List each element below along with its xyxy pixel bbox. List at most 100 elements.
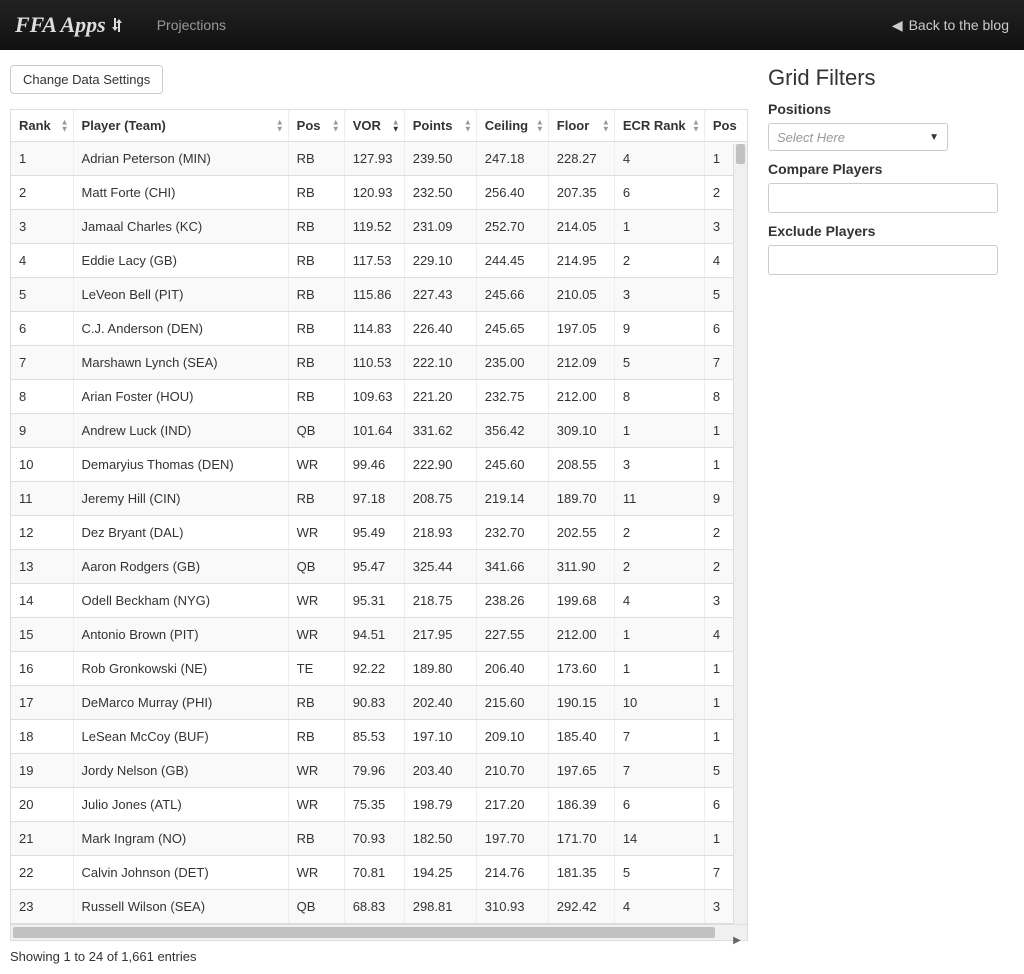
table-row[interactable]: 17DeMarco Murray (PHI)RB90.83202.40215.6… [11, 686, 747, 720]
cell-player: Rob Gronkowski (NE) [73, 652, 288, 686]
cell-vor: 70.81 [344, 856, 404, 890]
cell-vor: 99.46 [344, 448, 404, 482]
table-row[interactable]: 20Julio Jones (ATL)WR75.35198.79217.2018… [11, 788, 747, 822]
brand-logo[interactable]: FFA Apps [15, 12, 124, 38]
table-row[interactable]: 16Rob Gronkowski (NE)TE92.22189.80206.40… [11, 652, 747, 686]
cell-ecr: 4 [614, 890, 704, 924]
cell-pos: WR [288, 584, 344, 618]
table-row[interactable]: 23Russell Wilson (SEA)QB68.83298.81310.9… [11, 890, 747, 924]
cell-ceiling: 245.66 [476, 278, 548, 312]
cell-ceiling: 238.26 [476, 584, 548, 618]
cell-pos: WR [288, 448, 344, 482]
cell-rank: 4 [11, 244, 73, 278]
cell-player: LeSean McCoy (BUF) [73, 720, 288, 754]
cell-floor: 202.55 [548, 516, 614, 550]
cell-floor: 171.70 [548, 822, 614, 856]
scroll-thumb[interactable] [13, 927, 715, 938]
table-row[interactable]: 22Calvin Johnson (DET)WR70.81194.25214.7… [11, 856, 747, 890]
cell-points: 298.81 [404, 890, 476, 924]
compare-players-input[interactable] [768, 183, 998, 213]
cell-ceiling: 232.70 [476, 516, 548, 550]
cell-ecr: 11 [614, 482, 704, 516]
col-player[interactable]: Player (Team)▲▼ [73, 110, 288, 142]
cell-ceiling: 227.55 [476, 618, 548, 652]
cell-pos: RB [288, 278, 344, 312]
cell-floor: 199.68 [548, 584, 614, 618]
back-label: Back to the blog [909, 17, 1009, 33]
cell-floor: 208.55 [548, 448, 614, 482]
cell-player: Mark Ingram (NO) [73, 822, 288, 856]
horizontal-scrollbar[interactable]: ▶ [10, 925, 748, 941]
table-row[interactable]: 12Dez Bryant (DAL)WR95.49218.93232.70202… [11, 516, 747, 550]
col-floor[interactable]: Floor▲▼ [548, 110, 614, 142]
table-row[interactable]: 7Marshawn Lynch (SEA)RB110.53222.10235.0… [11, 346, 747, 380]
cell-rank: 3 [11, 210, 73, 244]
cell-rank: 6 [11, 312, 73, 346]
cell-ecr: 14 [614, 822, 704, 856]
cell-ecr: 1 [614, 210, 704, 244]
cell-rank: 12 [11, 516, 73, 550]
cell-pos: RB [288, 142, 344, 176]
cell-player: Arian Foster (HOU) [73, 380, 288, 414]
cell-vor: 90.83 [344, 686, 404, 720]
col-ecr[interactable]: ECR Rank▲▼ [614, 110, 704, 142]
cell-rank: 8 [11, 380, 73, 414]
table-row[interactable]: 9Andrew Luck (IND)QB101.64331.62356.4230… [11, 414, 747, 448]
col-ceiling[interactable]: Ceiling▲▼ [476, 110, 548, 142]
positions-select[interactable]: Select Here ▼ [768, 123, 948, 151]
col-rank[interactable]: Rank▲▼ [11, 110, 73, 142]
table-row[interactable]: 8Arian Foster (HOU)RB109.63221.20232.752… [11, 380, 747, 414]
cell-player: Julio Jones (ATL) [73, 788, 288, 822]
col-posrank[interactable]: Pos [704, 110, 747, 142]
cell-pos: RB [288, 176, 344, 210]
cell-floor: 212.00 [548, 618, 614, 652]
exclude-players-input[interactable] [768, 245, 998, 275]
cell-vor: 79.96 [344, 754, 404, 788]
cell-vor: 114.83 [344, 312, 404, 346]
table-row[interactable]: 13Aaron Rodgers (GB)QB95.47325.44341.663… [11, 550, 747, 584]
change-data-settings-button[interactable]: Change Data Settings [10, 65, 163, 94]
chevron-down-icon: ▼ [929, 132, 939, 143]
table-row[interactable]: 21Mark Ingram (NO)RB70.93182.50197.70171… [11, 822, 747, 856]
col-vor[interactable]: VOR▲▼ [344, 110, 404, 142]
table-row[interactable]: 6C.J. Anderson (DEN)RB114.83226.40245.65… [11, 312, 747, 346]
cell-player: Russell Wilson (SEA) [73, 890, 288, 924]
cell-rank: 18 [11, 720, 73, 754]
nav-projections[interactable]: Projections [157, 17, 226, 33]
cell-pos: RB [288, 482, 344, 516]
cell-rank: 7 [11, 346, 73, 380]
table-row[interactable]: 5LeVeon Bell (PIT)RB115.86227.43245.6621… [11, 278, 747, 312]
cell-points: 203.40 [404, 754, 476, 788]
table-row[interactable]: 3Jamaal Charles (KC)RB119.52231.09252.70… [11, 210, 747, 244]
table-row[interactable]: 11Jeremy Hill (CIN)RB97.18208.75219.1418… [11, 482, 747, 516]
cell-floor: 214.05 [548, 210, 614, 244]
cell-points: 231.09 [404, 210, 476, 244]
cell-pos: QB [288, 550, 344, 584]
back-to-blog-link[interactable]: ◀ Back to the blog [892, 17, 1009, 34]
chevron-left-icon: ◀ [892, 17, 903, 34]
cell-rank: 9 [11, 414, 73, 448]
col-points[interactable]: Points▲▼ [404, 110, 476, 142]
cell-ecr: 6 [614, 176, 704, 210]
table-row[interactable]: 4Eddie Lacy (GB)RB117.53229.10244.45214.… [11, 244, 747, 278]
col-pos[interactable]: Pos▲▼ [288, 110, 344, 142]
cell-rank: 22 [11, 856, 73, 890]
cell-vor: 127.93 [344, 142, 404, 176]
cell-vor: 95.47 [344, 550, 404, 584]
cell-player: Calvin Johnson (DET) [73, 856, 288, 890]
table-row[interactable]: 18LeSean McCoy (BUF)RB85.53197.10209.101… [11, 720, 747, 754]
cell-rank: 13 [11, 550, 73, 584]
table-row[interactable]: 2Matt Forte (CHI)RB120.93232.50256.40207… [11, 176, 747, 210]
col-ecr-label: ECR Rank [623, 118, 686, 133]
brand-text: FFA Apps [15, 12, 106, 38]
table-row[interactable]: 14Odell Beckham (NYG)WR95.31218.75238.26… [11, 584, 747, 618]
table-row[interactable]: 19Jordy Nelson (GB)WR79.96203.40210.7019… [11, 754, 747, 788]
scroll-right-arrow[interactable]: ▶ [727, 925, 747, 950]
cell-floor: 207.35 [548, 176, 614, 210]
table-row[interactable]: 15Antonio Brown (PIT)WR94.51217.95227.55… [11, 618, 747, 652]
table-row[interactable]: 1Adrian Peterson (MIN)RB127.93239.50247.… [11, 142, 747, 176]
scroll-thumb[interactable] [736, 144, 745, 164]
vertical-scrollbar[interactable] [733, 144, 747, 924]
cell-pos: RB [288, 312, 344, 346]
table-row[interactable]: 10Demaryius Thomas (DEN)WR99.46222.90245… [11, 448, 747, 482]
